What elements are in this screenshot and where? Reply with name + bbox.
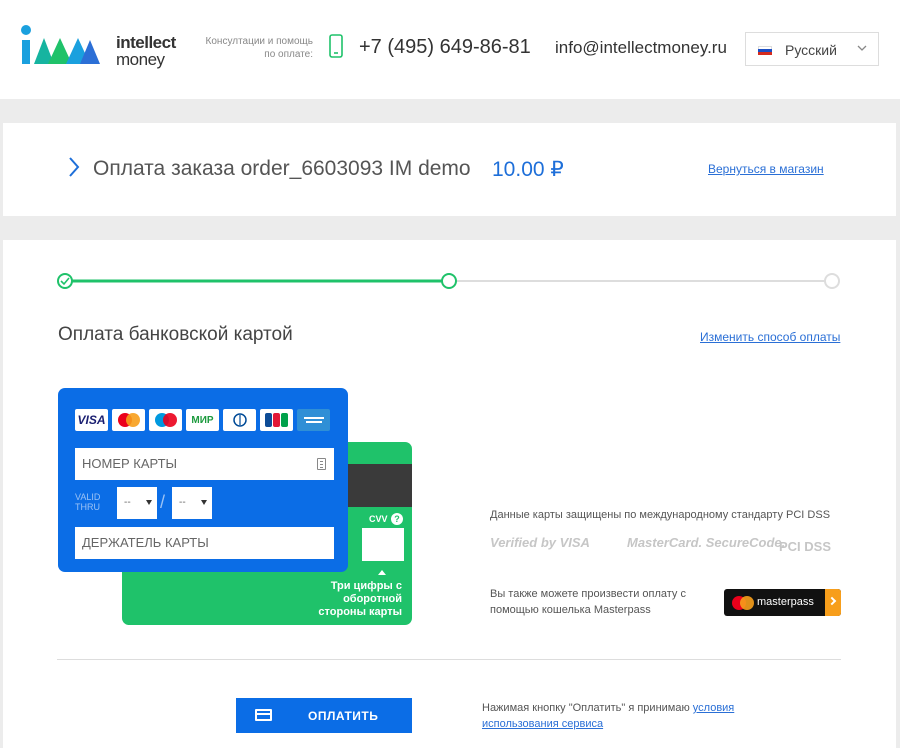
mastercard-logo (112, 409, 145, 431)
dropdown-arrow-icon (146, 500, 152, 505)
chevron-down-icon (857, 45, 867, 51)
security-note: Данные карты защищены по международному … (490, 509, 831, 521)
russia-flag-icon (758, 46, 772, 55)
cvv-label: CVV (369, 514, 388, 524)
order-title: Оплата заказа order_6603093 IM demo (93, 157, 471, 180)
cvv-input[interactable] (362, 528, 404, 561)
masterpass-button[interactable]: masterpass (724, 589, 841, 616)
section-title: Оплата банковской картой (58, 324, 293, 345)
cvv-note: Три цифры с оборотной стороны карты (318, 580, 402, 618)
card-holder-field[interactable]: ДЕРЖАТЕЛЬ КАРТЫ (75, 527, 334, 559)
maestro-logo (149, 409, 182, 431)
expiry-year-select[interactable]: -- (172, 487, 212, 519)
payment-panel: Оплата банковской картой Изменить способ… (3, 240, 896, 748)
mir-logo: МИР (186, 409, 219, 431)
visa-logo: VISA (75, 409, 108, 431)
arrow-right-icon (825, 589, 841, 616)
card-number-field[interactable]: НОМЕР КАРТЫ (75, 448, 334, 480)
expiry-separator: / (160, 492, 166, 512)
card-brands: VISA МИР (75, 409, 330, 431)
step-3-pending (824, 273, 840, 289)
masterpass-icon (732, 596, 754, 610)
logo-text: intellect money (116, 33, 176, 69)
dropdown-arrow-icon (201, 500, 207, 505)
order-amount: 10.00 ₽ (492, 158, 564, 181)
american-express-logo (297, 409, 330, 431)
card-front: VISA МИР НОМЕР КАРТЫ VALID THRU -- / -- … (58, 388, 348, 572)
phone-icon (329, 34, 343, 58)
cvv-help-icon[interactable]: ? (391, 513, 403, 525)
mastercard-securecode-logo: MasterCard. SecureCode. (627, 535, 786, 550)
change-payment-method-link[interactable]: Изменить способ оплаты (700, 330, 840, 344)
pci-dss-logo: PCI DSS (779, 539, 832, 554)
order-panel: Оплата заказа order_6603093 IM demo 10.0… (3, 123, 896, 216)
chevron-right-icon (69, 157, 80, 177)
language-select[interactable]: Русский (745, 32, 879, 66)
expiry-month-select[interactable]: -- (117, 487, 157, 519)
language-label: Русский (785, 42, 837, 58)
cvv-pointer (378, 570, 386, 575)
diners-club-logo (223, 409, 256, 431)
verified-by-visa-logo: Verified by VISA (490, 535, 590, 550)
card-number-placeholder: НОМЕР КАРТЫ (82, 456, 178, 471)
intellectmoney-logo[interactable]: intellect money (20, 24, 190, 68)
logo-mark (21, 25, 100, 64)
terms-note: Нажимая кнопку "Оплатить" я принимаю усл… (482, 702, 735, 730)
card-holder-placeholder: ДЕРЖАТЕЛЬ КАРТЫ (82, 535, 209, 550)
step-1-done (57, 273, 73, 289)
masterpass-label: masterpass (757, 596, 814, 608)
consult-text: Консултации и помощь по оплате: (205, 36, 313, 60)
support-email[interactable]: info@intellectmoney.ru (555, 38, 727, 58)
progress-steps (57, 273, 840, 289)
support-phone[interactable]: +7 (495) 649-86-81 (359, 36, 531, 59)
jcb-logo (260, 409, 293, 431)
pay-button[interactable]: ОПЛАТИТЬ (236, 698, 412, 733)
divider (57, 659, 841, 660)
step-2-current (441, 273, 457, 289)
card-scan-icon[interactable] (317, 458, 326, 470)
pay-button-label: ОПЛАТИТЬ (308, 709, 379, 723)
back-to-shop-link[interactable]: Вернуться в магазин (708, 162, 824, 176)
credit-card-icon (255, 709, 272, 721)
page-header: intellect money Консултации и помощь по … (0, 0, 900, 99)
masterpass-note: Вы также можете произвести оплату с помо… (490, 588, 686, 616)
valid-thru-label: VALID THRU (75, 492, 101, 512)
